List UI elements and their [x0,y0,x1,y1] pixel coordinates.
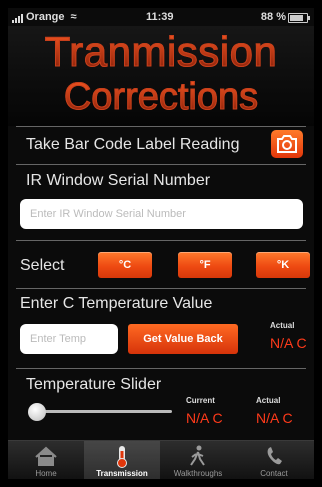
battery-icon [288,13,310,23]
page-subtitle: Corrections [8,76,314,119]
camera-button[interactable] [271,130,303,158]
app-screen: Orange ≈ 11:39 88 % Tranmission Correctio… [8,8,314,479]
tab-home-label: Home [35,469,57,478]
signal-icon [12,11,24,24]
slider-actual-value: N/A C [256,410,293,426]
tab-home[interactable]: Home [8,441,84,479]
battery-percent: 88 % [260,11,286,23]
tab-bar: Home Transmission Walkthroughs Contact [8,440,314,479]
get-value-back-button[interactable]: Get Value Back [128,324,238,354]
slider-actual-label: Actual [256,396,281,405]
fahrenheit-button[interactable]: °F [178,252,232,278]
tab-contact-label: Contact [260,469,288,478]
status-bar: Orange ≈ 11:39 88 % [8,8,314,26]
ir-window-label: IR Window Serial Number [26,172,211,189]
ir-window-serial-input[interactable] [20,199,303,229]
tab-transmission-label: Transmission [96,469,148,478]
home-icon [35,446,57,466]
temperature-slider-track[interactable] [36,410,172,413]
tab-transmission[interactable]: Transmission [84,441,160,479]
walking-person-icon [190,445,205,466]
current-label: Current [186,396,215,405]
carrier-info: Orange ≈ [12,11,77,24]
camera-icon [277,135,297,153]
tab-walkthroughs[interactable]: Walkthroughs [160,441,236,479]
carrier-name: Orange [26,11,65,23]
slider-label: Temperature Slider [26,376,162,393]
celsius-button[interactable]: °C [98,252,152,278]
divider [16,240,306,241]
kelvin-button[interactable]: °K [256,252,310,278]
actual-temperature-value: N/A C [270,335,307,351]
divider [16,368,306,369]
tab-walkthroughs-label: Walkthroughs [173,469,223,478]
divider [16,164,306,165]
current-value: N/A C [186,410,223,426]
divider [16,126,306,127]
wifi-icon: ≈ [70,11,77,23]
temperature-slider-thumb[interactable] [28,403,46,421]
temperature-input[interactable] [20,324,118,354]
barcode-label: Take Bar Code Label Reading [26,136,240,153]
actual-label: Actual [270,321,295,330]
page-title: Tranmission [8,28,314,76]
select-label: Select [20,257,65,274]
divider [16,288,306,289]
temperature-label: Enter C Temperature Value [20,295,213,312]
clock: 11:39 [146,11,174,23]
thermometer-icon [117,446,127,468]
tab-contact[interactable]: Contact [236,441,312,479]
phone-icon [267,447,282,465]
